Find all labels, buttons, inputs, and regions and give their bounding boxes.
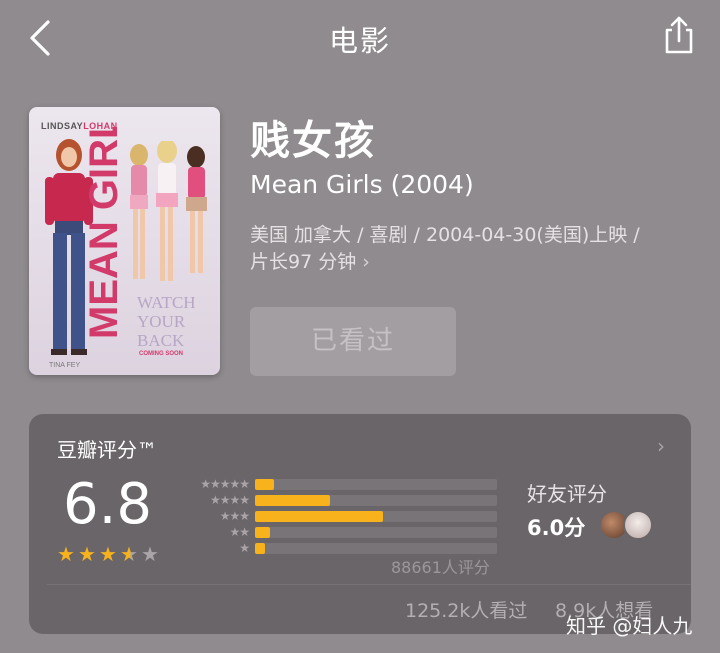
poster-title-art: MEAN GIRLS (87, 127, 126, 339)
distribution-track (255, 495, 497, 506)
star-icon: ★ (57, 542, 75, 566)
rating-count: 88661人评分 (391, 558, 490, 577)
distribution-stars: ★★★ (219, 509, 250, 523)
movie-meta[interactable]: 美国 加拿大 / 喜剧 / 2004-04-30(美国)上映 / 片长97 分钟… (250, 222, 700, 276)
movie-meta-line1: 美国 加拿大 / 喜剧 / 2004-04-30(美国)上映 / (250, 224, 640, 246)
movie-original-title: Mean Girls (2004) (250, 170, 474, 199)
star-icon: ★ (141, 542, 159, 566)
seen-count[interactable]: 125.2k人看过 (405, 596, 527, 623)
watermark: 知乎 @妇人九 (566, 614, 693, 638)
distribution-track (255, 511, 497, 522)
distribution-bar (255, 543, 265, 554)
star-icon: ★ (78, 542, 96, 566)
watched-button[interactable]: 已看过 (250, 307, 456, 376)
distribution-track (255, 527, 497, 538)
distribution-bar (255, 495, 331, 506)
chevron-right-icon[interactable]: › (657, 434, 665, 458)
nav-bar: 电影 (0, 0, 720, 76)
rating-score: 6.8 (63, 472, 153, 537)
movie-meta-line2: 片长97 分钟 › (250, 251, 370, 273)
chevron-right-icon: › (362, 251, 370, 273)
friend-avatar[interactable] (623, 510, 653, 540)
rating-stars: ★ ★ ★ ★ ★ (57, 542, 162, 566)
friend-rating-label: 好友评分 (527, 482, 607, 506)
distribution-stars: ★ (239, 541, 250, 555)
distribution-bar (255, 479, 275, 490)
rating-label: 豆瓣评分™ (57, 438, 157, 462)
friend-rating-score: 6.0分 (527, 516, 586, 540)
svg-text:MEAN GIRLS: MEAN GIRLS (87, 127, 126, 339)
distribution-stars: ★★★★ (209, 493, 250, 507)
distribution-track (255, 543, 497, 554)
poster-figure-group (130, 141, 207, 281)
star-icon: ★ (99, 542, 117, 566)
poster-credit: TINA FEY (49, 362, 81, 369)
poster-coming-soon: COMING SOON (139, 351, 184, 357)
distribution-bar (255, 511, 384, 522)
divider (47, 584, 691, 585)
distribution-stars: ★★ (229, 525, 250, 539)
distribution-bar (255, 527, 270, 538)
share-icon[interactable] (662, 14, 696, 56)
rating-card[interactable]: 豆瓣评分™ › 6.8 ★ ★ ★ ★ ★ ★★★★★ ★★★★ ★★★ ★★ ★ 88661人… (29, 414, 691, 634)
distribution-track (255, 479, 497, 490)
movie-title: 贱女孩 (250, 118, 376, 164)
poster-tagline: WATCH YOUR BACK (137, 293, 196, 350)
distribution-stars: ★★★★★ (200, 477, 250, 491)
page-title: 电影 (328, 24, 391, 58)
star-icon: ★ (120, 542, 141, 566)
movie-poster[interactable]: LINDSAYLOHAN MEAN GIRLS WATCH YOUR (29, 107, 220, 375)
